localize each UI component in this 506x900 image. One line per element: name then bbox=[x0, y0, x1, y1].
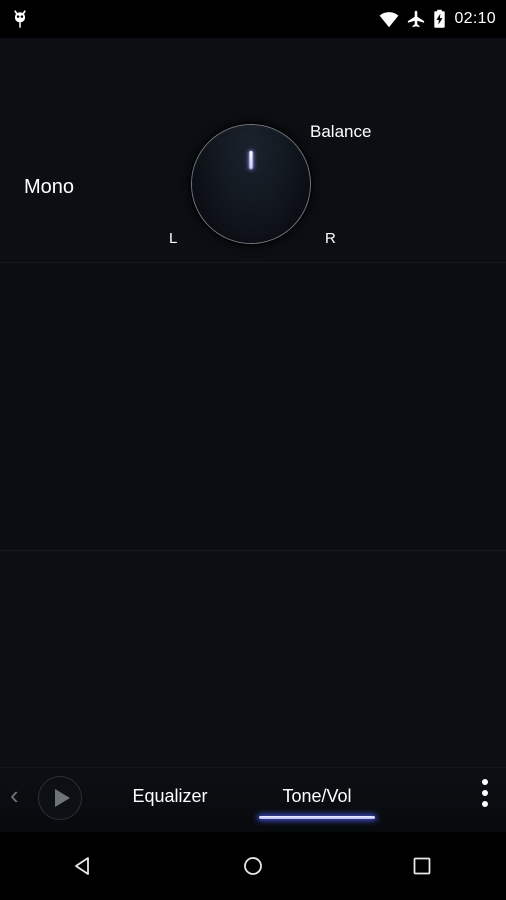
airplane-mode-icon bbox=[407, 10, 425, 28]
overflow-menu-icon[interactable] bbox=[482, 779, 488, 807]
status-bar-system-icons: 02:10 bbox=[379, 9, 496, 29]
tab-tone-vol[interactable]: Tone/Vol bbox=[259, 786, 375, 819]
tab-equalizer-label: Equalizer bbox=[132, 786, 208, 806]
app-root: 02:10 Mono Balance L R Stereo X Volume bbox=[0, 0, 506, 900]
back-chevron-icon[interactable]: ‹ bbox=[10, 782, 19, 808]
balance-knob-indicator bbox=[249, 151, 253, 169]
music-robot-icon bbox=[12, 9, 28, 29]
balance-right-label: R bbox=[325, 230, 336, 247]
overflow-dot bbox=[482, 790, 488, 796]
status-bar-notifications bbox=[12, 9, 28, 29]
stereo-volume-panel: Stereo X Volume bbox=[0, 263, 506, 767]
balance-left-label: L bbox=[169, 230, 178, 247]
overflow-dot bbox=[482, 801, 488, 807]
battery-charging-icon bbox=[433, 9, 446, 29]
balance-label: Balance bbox=[310, 122, 372, 141]
status-bar: 02:10 bbox=[0, 0, 506, 38]
tab-equalizer[interactable]: Equalizer bbox=[122, 786, 218, 807]
balance-knob[interactable] bbox=[192, 125, 310, 243]
android-home-icon[interactable] bbox=[218, 842, 288, 890]
tab-tone-vol-label: Tone/Vol bbox=[282, 786, 352, 806]
play-icon bbox=[54, 789, 70, 807]
overflow-dot bbox=[482, 779, 488, 785]
play-button[interactable] bbox=[38, 776, 82, 820]
status-bar-clock: 02:10 bbox=[454, 10, 496, 27]
android-recents-icon[interactable] bbox=[387, 842, 457, 890]
mono-button[interactable]: Mono bbox=[24, 176, 74, 199]
tab-tone-vol-underline bbox=[259, 816, 375, 819]
eq-panel: Equ Tone Limit Preset Save Reset Bass Tr… bbox=[0, 551, 506, 767]
android-navigation-bar bbox=[0, 832, 506, 900]
android-back-icon[interactable] bbox=[49, 842, 119, 890]
balance-knob-indicator-wrap bbox=[192, 125, 310, 243]
balance-panel: Mono Balance L R bbox=[0, 38, 506, 262]
wifi-icon bbox=[379, 11, 399, 28]
